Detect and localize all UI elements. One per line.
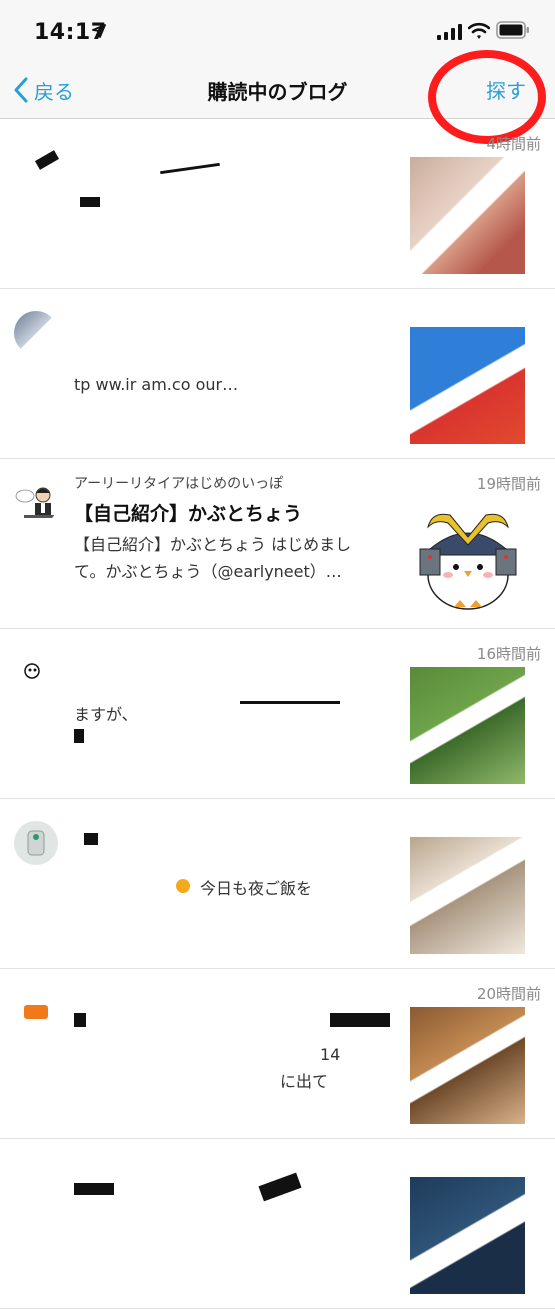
excerpt-line: ますが、: [74, 705, 138, 724]
brand-logo-icon: [24, 1005, 48, 1019]
excerpt-line: 【自己紹介】かぶとちょう はじめまし: [74, 535, 352, 554]
status-bar: 14:17: [0, 0, 555, 62]
excerpt-line: 今日も夜ご飯を: [200, 879, 313, 898]
redaction-fragment: [330, 1013, 390, 1027]
redaction-fragment: [34, 150, 60, 170]
post-time: 4時間前: [486, 135, 541, 153]
redaction-fragment: [176, 879, 190, 893]
cellular-signal-icon: [437, 24, 462, 40]
post-title: 【自己紹介】かぶとちょう: [74, 503, 303, 525]
redaction-fragment: [160, 162, 220, 175]
post-time: 19時間前: [476, 475, 541, 493]
avatar: [14, 991, 58, 1035]
post-excerpt: 14 に出て: [280, 1041, 400, 1095]
post-thumbnail: [410, 1177, 525, 1294]
post-time: 20時間前: [476, 985, 541, 1003]
avatar: [14, 821, 58, 865]
redaction-fragment: [74, 1183, 114, 1195]
excerpt-line: に出て: [280, 1072, 329, 1091]
feed-item[interactable]: アーリーリタイアはじめのいっぽ 19時間前 【自己紹介】かぶとちょう 【自己紹介…: [0, 459, 555, 629]
blog-name: アーリーリタイアはじめのいっぽ: [74, 476, 284, 492]
feed-item[interactable]: 20時間前 14 に出て: [0, 969, 555, 1139]
person-at-desk-icon: [15, 487, 54, 518]
post-thumbnail: [410, 497, 525, 614]
post-excerpt: tp ww.ir am.co our…: [74, 371, 398, 398]
avatar: [14, 481, 58, 525]
post-thumbnail: [410, 837, 525, 954]
redaction-fragment: [240, 701, 340, 704]
feed-item[interactable]: 16時間前 ますが、: [0, 629, 555, 799]
post-excerpt: ますが、: [74, 701, 398, 728]
post-thumbnail: [410, 157, 525, 274]
post-thumbnail: [410, 667, 525, 784]
post-excerpt: 今日も夜ご飯を: [200, 875, 400, 902]
post-thumbnail: [410, 1007, 525, 1124]
post-time: 16時間前: [476, 645, 541, 663]
wifi-icon: [468, 22, 490, 39]
post-excerpt: 【自己紹介】かぶとちょう はじめまし て。かぶとちょう（@earlyneet）…: [74, 531, 398, 585]
location-arrow-icon: [92, 24, 106, 38]
photo-avatar-icon: [27, 830, 45, 856]
avatar: [14, 651, 58, 695]
page-title: 購読中のブログ: [207, 80, 348, 104]
redaction-fragment: [258, 1172, 302, 1202]
feed-item[interactable]: tp ww.ir am.co our…: [0, 289, 555, 459]
battery-icon: [496, 21, 529, 39]
redaction-fragment: [74, 729, 84, 743]
redaction-fragment: [80, 197, 100, 207]
excerpt-line: て。かぶとちょう（@earlyneet）…: [74, 562, 342, 581]
excerpt-line: 14: [320, 1045, 341, 1064]
redaction-fragment: [74, 1013, 86, 1027]
excerpt-line: tp ww.ir am.co our…: [74, 375, 239, 394]
samurai-bird-mascot-icon: [419, 513, 517, 610]
subscribed-blog-feed: 4時間前 tp ww.ir am.co our… アーリーリタイアはじめのいっぽ…: [0, 119, 555, 1309]
post-thumbnail: [410, 327, 525, 444]
feed-item[interactable]: 4時間前: [0, 119, 555, 289]
find-button[interactable]: 探す: [486, 75, 526, 104]
feed-item[interactable]: 今日も夜ご飯を: [0, 799, 555, 969]
redaction-fragment: [84, 833, 98, 845]
character-face-icon: [24, 663, 40, 679]
avatar: [14, 311, 58, 355]
feed-item[interactable]: [0, 1139, 555, 1309]
navigation-bar: 戻る 購読中のブログ 探す: [0, 62, 555, 119]
